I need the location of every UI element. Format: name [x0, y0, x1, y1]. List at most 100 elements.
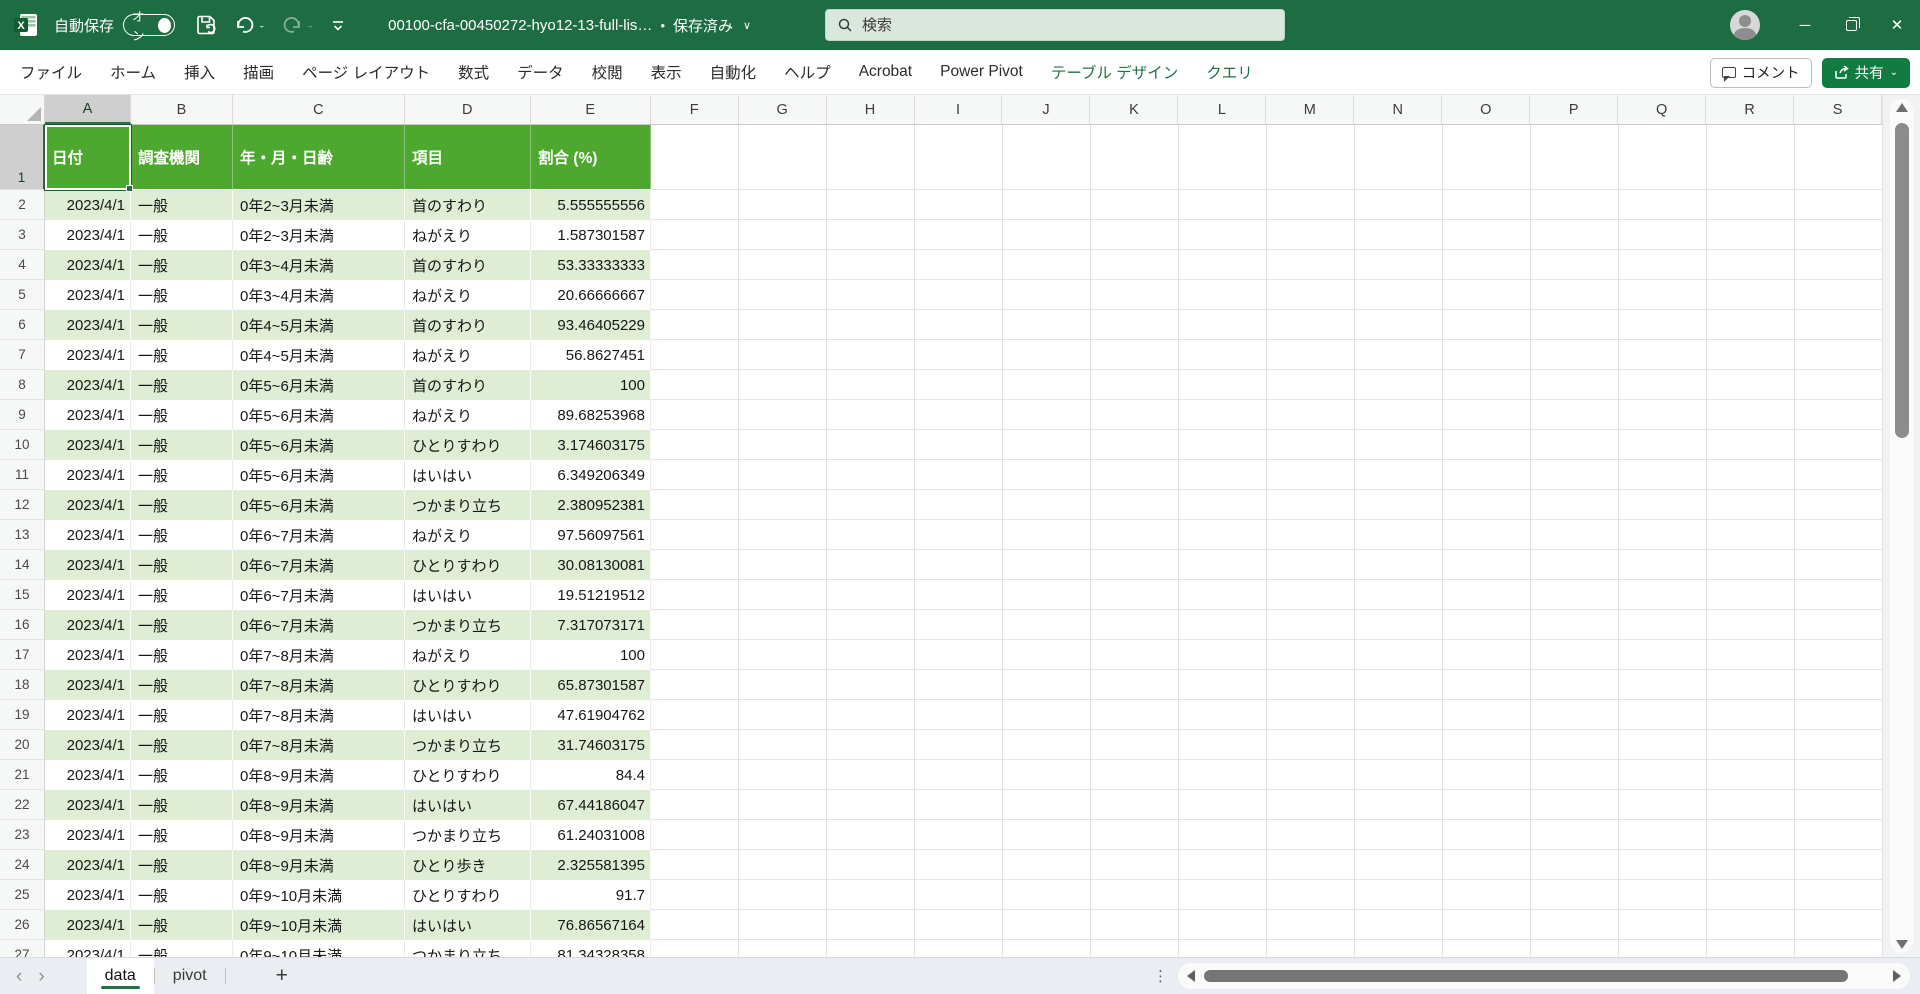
- cell-D7[interactable]: ねがえり: [405, 340, 531, 370]
- cell-C10[interactable]: 0年5~6月未満: [233, 430, 405, 460]
- cell-B27[interactable]: 一般: [131, 940, 233, 957]
- empty-cells-row-16[interactable]: [651, 610, 1882, 640]
- cell-D17[interactable]: ねがえり: [405, 640, 531, 670]
- horizontal-scrollbar[interactable]: [1178, 963, 1910, 989]
- cell-A22[interactable]: 2023/4/1: [45, 790, 131, 820]
- column-header-I[interactable]: I: [915, 95, 1003, 124]
- cell-E11[interactable]: 6.349206349: [531, 460, 651, 490]
- cell-A19[interactable]: 2023/4/1: [45, 700, 131, 730]
- cell-C7[interactable]: 0年4~5月未満: [233, 340, 405, 370]
- cell-A9[interactable]: 2023/4/1: [45, 400, 131, 430]
- title-chevron-down-icon[interactable]: ∨: [743, 19, 751, 32]
- cell-E27[interactable]: 81.34328358: [531, 940, 651, 957]
- column-header-D[interactable]: D: [405, 95, 531, 124]
- cell-D6[interactable]: 首のすわり: [405, 310, 531, 340]
- cell-B8[interactable]: 一般: [131, 370, 233, 400]
- cell-D10[interactable]: ひとりすわり: [405, 430, 531, 460]
- account-avatar[interactable]: [1730, 10, 1760, 40]
- excel-app-icon[interactable]: X: [12, 11, 40, 39]
- ribbon-tab-1[interactable]: ホーム: [96, 50, 170, 95]
- cell-C15[interactable]: 0年6~7月未満: [233, 580, 405, 610]
- cell-E15[interactable]: 19.51219512: [531, 580, 651, 610]
- cell-C17[interactable]: 0年7~8月未満: [233, 640, 405, 670]
- cell-B9[interactable]: 一般: [131, 400, 233, 430]
- cell-D20[interactable]: つかまり立ち: [405, 730, 531, 760]
- cell-B24[interactable]: 一般: [131, 850, 233, 880]
- cell-B20[interactable]: 一般: [131, 730, 233, 760]
- cell-A2[interactable]: 2023/4/1: [45, 190, 131, 220]
- cell-D12[interactable]: つかまり立ち: [405, 490, 531, 520]
- cell-C24[interactable]: 0年8~9月未満: [233, 850, 405, 880]
- cell-C16[interactable]: 0年6~7月未満: [233, 610, 405, 640]
- cell-C8[interactable]: 0年5~6月未満: [233, 370, 405, 400]
- row-header-23[interactable]: 23: [0, 820, 45, 850]
- cell-E22[interactable]: 67.44186047: [531, 790, 651, 820]
- row-header-2[interactable]: 2: [0, 190, 45, 220]
- select-all-corner[interactable]: [0, 95, 45, 124]
- cell-C22[interactable]: 0年8~9月未満: [233, 790, 405, 820]
- empty-cells-row-1[interactable]: [651, 125, 1882, 190]
- cell-D16[interactable]: つかまり立ち: [405, 610, 531, 640]
- empty-cells-row-17[interactable]: [651, 640, 1882, 670]
- cell-E23[interactable]: 61.24031008: [531, 820, 651, 850]
- cell-A5[interactable]: 2023/4/1: [45, 280, 131, 310]
- cell-E8[interactable]: 100: [531, 370, 651, 400]
- add-sheet-button[interactable]: +: [262, 964, 302, 988]
- empty-cells-row-19[interactable]: [651, 700, 1882, 730]
- cell-B17[interactable]: 一般: [131, 640, 233, 670]
- cell-A12[interactable]: 2023/4/1: [45, 490, 131, 520]
- empty-cells-row-24[interactable]: [651, 850, 1882, 880]
- scroll-up-icon[interactable]: [1896, 103, 1908, 112]
- row-header-10[interactable]: 10: [0, 430, 45, 460]
- ribbon-tab-0[interactable]: ファイル: [6, 50, 96, 95]
- empty-cells-row-8[interactable]: [651, 370, 1882, 400]
- document-title[interactable]: 00100-cfa-00450272-hyo12-13-full-lis…: [388, 17, 652, 34]
- cell-A18[interactable]: 2023/4/1: [45, 670, 131, 700]
- cell-E17[interactable]: 100: [531, 640, 651, 670]
- column-header-B[interactable]: B: [131, 95, 233, 124]
- cell-D24[interactable]: ひとり歩き: [405, 850, 531, 880]
- cell-D4[interactable]: 首のすわり: [405, 250, 531, 280]
- cell-D25[interactable]: ひとりすわり: [405, 880, 531, 910]
- cell-D5[interactable]: ねがえり: [405, 280, 531, 310]
- sheet-nav-left-icon[interactable]: ‹: [16, 967, 22, 986]
- cell-A14[interactable]: 2023/4/1: [45, 550, 131, 580]
- cell-D26[interactable]: はいはい: [405, 910, 531, 940]
- horizontal-scroll-thumb[interactable]: [1204, 970, 1848, 982]
- cell-A7[interactable]: 2023/4/1: [45, 340, 131, 370]
- undo-dropdown-icon[interactable]: ⌄: [258, 21, 266, 30]
- cell-E7[interactable]: 56.8627451: [531, 340, 651, 370]
- cell-B25[interactable]: 一般: [131, 880, 233, 910]
- cell-E2[interactable]: 5.555555556: [531, 190, 651, 220]
- cell-E10[interactable]: 3.174603175: [531, 430, 651, 460]
- empty-cells-row-3[interactable]: [651, 220, 1882, 250]
- close-button[interactable]: ✕: [1874, 0, 1920, 50]
- save-status-label[interactable]: 保存済み: [673, 15, 733, 36]
- cell-B10[interactable]: 一般: [131, 430, 233, 460]
- ribbon-tab-2[interactable]: 挿入: [170, 50, 229, 95]
- cell-A16[interactable]: 2023/4/1: [45, 610, 131, 640]
- cell-D21[interactable]: ひとりすわり: [405, 760, 531, 790]
- redo-icon[interactable]: ⌄: [282, 14, 315, 36]
- sheet-tab-pivot[interactable]: pivot: [155, 958, 225, 994]
- cell-A25[interactable]: 2023/4/1: [45, 880, 131, 910]
- cell-D2[interactable]: 首のすわり: [405, 190, 531, 220]
- empty-cells-row-15[interactable]: [651, 580, 1882, 610]
- ribbon-tab-6[interactable]: データ: [503, 50, 578, 95]
- cell-D19[interactable]: はいはい: [405, 700, 531, 730]
- row-header-17[interactable]: 17: [0, 640, 45, 670]
- ribbon-tab-10[interactable]: ヘルプ: [770, 50, 845, 95]
- scroll-right-icon[interactable]: [1893, 970, 1901, 982]
- cell-D23[interactable]: つかまり立ち: [405, 820, 531, 850]
- empty-cells-row-12[interactable]: [651, 490, 1882, 520]
- ribbon-tab-5[interactable]: 数式: [444, 50, 503, 95]
- empty-cells-row-20[interactable]: [651, 730, 1882, 760]
- share-button[interactable]: 共有 ⌄: [1822, 58, 1910, 88]
- row-header-11[interactable]: 11: [0, 460, 45, 490]
- row-header-21[interactable]: 21: [0, 760, 45, 790]
- column-header-H[interactable]: H: [827, 95, 915, 124]
- vertical-scrollbar[interactable]: [1882, 95, 1920, 957]
- cell-C1[interactable]: 年・月・日齢: [233, 125, 405, 190]
- tab-splitter-handle[interactable]: ⋮: [1153, 967, 1168, 985]
- cell-E20[interactable]: 31.74603175: [531, 730, 651, 760]
